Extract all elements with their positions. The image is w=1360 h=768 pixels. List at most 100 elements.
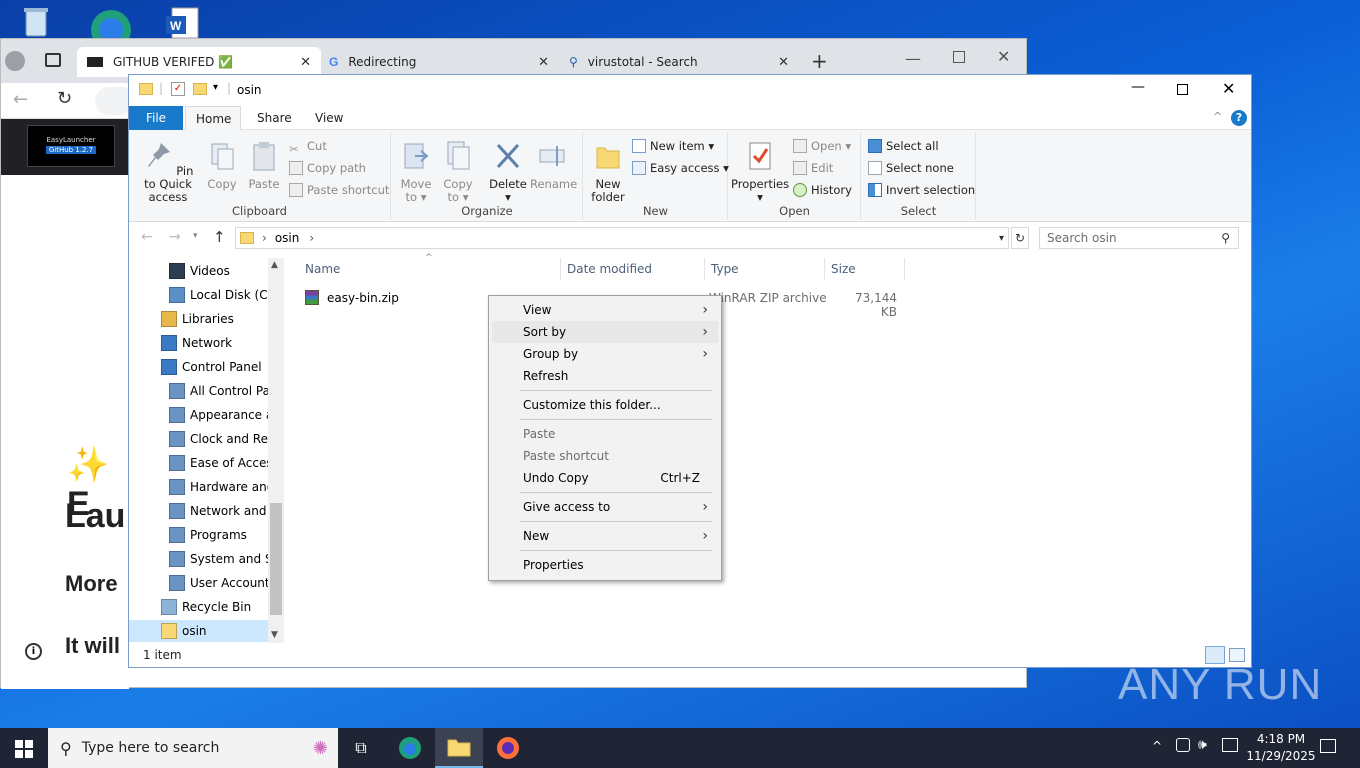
breadcrumb-osin[interactable]: osin: [275, 231, 300, 245]
copy-button[interactable]: Copy: [203, 140, 241, 191]
nav-scroll-thumb[interactable]: [270, 503, 282, 615]
taskbar-search-box[interactable]: ⚲ Type here to search ✺: [48, 728, 338, 768]
menu-item[interactable]: Paste shortcut: [492, 445, 718, 467]
nav-item[interactable]: Control Panel: [129, 356, 268, 378]
nav-item[interactable]: Recycle Bin: [129, 596, 268, 618]
tab-view[interactable]: View: [305, 106, 353, 130]
nav-item[interactable]: Appearance and Personalization: [129, 404, 268, 426]
show-hidden-icons-icon[interactable]: ^: [1152, 739, 1162, 753]
recycle-bin-icon[interactable]: [16, 4, 56, 40]
nav-item[interactable]: Videos: [129, 260, 268, 282]
menu-item[interactable]: Paste: [492, 423, 718, 445]
nav-item[interactable]: Clock and Region: [129, 428, 268, 450]
clock-date[interactable]: 11/29/2025: [1246, 749, 1316, 763]
tab-redirecting[interactable]: G Redirecting ✕: [319, 47, 559, 77]
edit-button[interactable]: Edit: [793, 158, 833, 178]
menu-item[interactable]: Properties: [492, 554, 718, 576]
properties-quick-icon[interactable]: ✓: [171, 82, 185, 96]
column-date-modified[interactable]: Date modified: [561, 258, 705, 280]
history-button[interactable]: History: [793, 180, 852, 200]
copy-path-button[interactable]: Copy path: [289, 158, 366, 178]
column-size[interactable]: Size: [825, 258, 905, 280]
menu-item[interactable]: Undo Copy Ctrl+Z: [492, 467, 718, 489]
nav-item[interactable]: Local Disk (C:): [129, 284, 268, 306]
edge-desktop-icon[interactable]: [86, 4, 131, 50]
tab-share[interactable]: Share: [247, 106, 302, 130]
nav-item[interactable]: Hardware and Sound: [129, 476, 268, 498]
meet-now-icon[interactable]: [1176, 738, 1190, 752]
menu-item[interactable]: Group by ›: [492, 343, 718, 365]
browser-minimize-button[interactable]: —: [905, 49, 921, 68]
nav-item[interactable]: Programs: [129, 524, 268, 546]
back-icon[interactable]: ←: [141, 229, 153, 245]
reload-icon[interactable]: ↻: [57, 88, 72, 109]
pin-to-quick-access-button[interactable]: Pin to Quick access: [135, 140, 201, 204]
cut-button[interactable]: ✂ Cut: [289, 136, 327, 156]
properties-button[interactable]: Properties ▾: [731, 140, 789, 204]
forward-icon[interactable]: →: [169, 229, 181, 245]
move-to-button[interactable]: Move to ▾: [398, 140, 434, 204]
collapse-ribbon-icon[interactable]: ^: [1213, 110, 1222, 123]
task-view-button[interactable]: ⧉: [337, 728, 385, 768]
paste-button[interactable]: Paste: [245, 140, 283, 191]
easy-access-button[interactable]: Easy access ▾: [632, 158, 729, 178]
up-icon[interactable]: ↑: [213, 228, 226, 246]
delete-button[interactable]: Delete ▾: [488, 140, 528, 204]
back-icon[interactable]: ←: [13, 89, 28, 110]
close-tab-icon[interactable]: ✕: [538, 55, 549, 70]
rename-button[interactable]: Rename: [530, 140, 577, 191]
menu-item[interactable]: Give access to ›: [492, 496, 718, 518]
recent-locations-icon[interactable]: ▾: [193, 231, 198, 241]
menu-item[interactable]: Refresh: [492, 365, 718, 387]
nav-item[interactable]: osin: [129, 620, 268, 642]
nav-item[interactable]: Ease of Access: [129, 452, 268, 474]
browser-close-button[interactable]: ✕: [997, 47, 1010, 66]
nav-scrollbar[interactable]: ▲ ▼: [268, 258, 284, 643]
select-all-button[interactable]: Select all: [868, 136, 939, 156]
notifications-icon[interactable]: [1320, 739, 1336, 753]
menu-item[interactable]: New ›: [492, 525, 718, 547]
new-tab-button[interactable]: +: [811, 49, 828, 73]
help-icon[interactable]: ?: [1231, 110, 1247, 126]
minimize-button[interactable]: —: [1131, 79, 1145, 95]
new-folder-quick-icon[interactable]: [193, 83, 207, 95]
menu-item[interactable]: View ›: [492, 299, 718, 321]
open-button[interactable]: Open ▾: [793, 136, 851, 156]
paste-shortcut-button[interactable]: Paste shortcut: [289, 180, 389, 200]
menu-item[interactable]: Customize this folder...: [492, 394, 718, 416]
close-tab-icon[interactable]: ✕: [778, 55, 789, 70]
nav-item[interactable]: All Control Panel Items: [129, 380, 268, 402]
network-icon[interactable]: [1222, 738, 1238, 752]
nav-item[interactable]: Libraries: [129, 308, 268, 330]
search-box[interactable]: Search osin ⚲: [1039, 227, 1239, 249]
tab-actions-icon[interactable]: [45, 53, 61, 67]
close-button[interactable]: ✕: [1222, 79, 1235, 98]
column-name[interactable]: Name: [299, 258, 561, 280]
start-button[interactable]: [15, 740, 33, 761]
column-type[interactable]: Type: [705, 258, 825, 280]
scroll-up-icon[interactable]: ▲: [271, 260, 278, 270]
nav-item[interactable]: Network and Internet: [129, 500, 268, 522]
taskbar-firefox[interactable]: [484, 728, 532, 768]
taskbar-file-explorer[interactable]: [435, 728, 483, 768]
maximize-button[interactable]: [1177, 84, 1188, 95]
tab-home[interactable]: Home: [185, 106, 241, 130]
menu-item[interactable]: Sort by ›: [492, 321, 718, 343]
nav-item[interactable]: User Accounts: [129, 572, 268, 594]
customize-toolbar-icon[interactable]: ▾: [213, 82, 218, 93]
tab-file[interactable]: File: [129, 106, 183, 130]
tab-virustotal-search[interactable]: ⚲ virustotal - Search ✕: [559, 47, 799, 77]
address-dropdown-icon[interactable]: ▾: [999, 233, 1004, 244]
browser-maximize-button[interactable]: [953, 51, 965, 63]
profile-icon[interactable]: [5, 51, 25, 71]
new-folder-button[interactable]: New folder: [588, 140, 628, 204]
close-tab-icon[interactable]: ✕: [300, 55, 311, 70]
nav-item[interactable]: System and Security: [129, 548, 268, 570]
tab-github-verified[interactable]: GITHUB VERIFED ✅ ✕: [77, 47, 321, 77]
info-icon[interactable]: i: [25, 643, 42, 660]
copy-to-button[interactable]: Copy to ▾: [440, 140, 476, 204]
volume-icon[interactable]: 🕪: [1198, 737, 1207, 753]
clock-time[interactable]: 4:18 PM: [1246, 732, 1316, 746]
scroll-down-icon[interactable]: ▼: [271, 630, 278, 640]
new-item-button[interactable]: New item ▾: [632, 136, 714, 156]
